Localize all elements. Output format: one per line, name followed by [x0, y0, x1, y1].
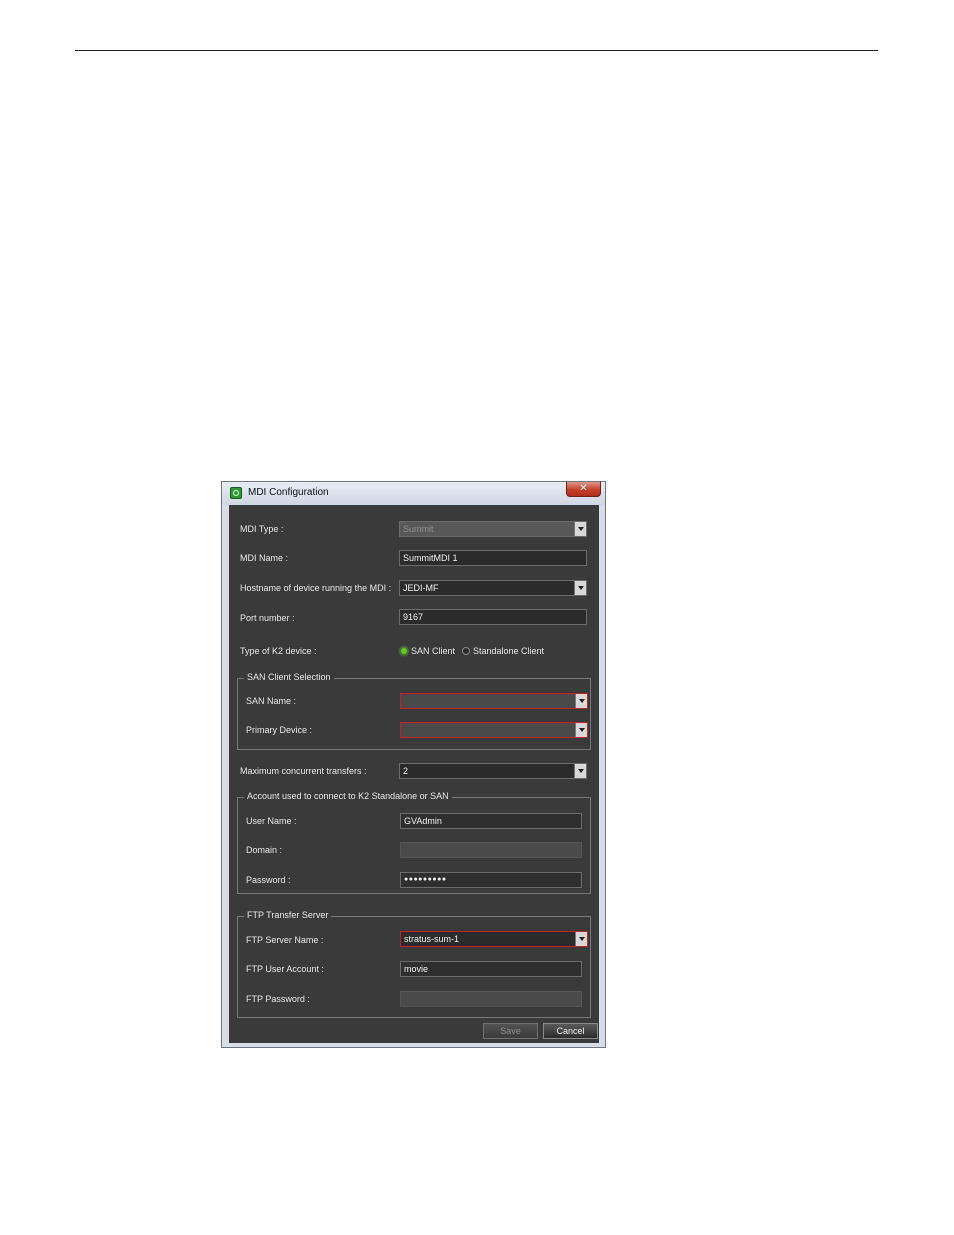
mdi-name-label: MDI Name :: [240, 553, 289, 563]
ftp-password-input[interactable]: [400, 991, 582, 1007]
ftp-user-account-label: FTP User Account :: [246, 964, 324, 974]
chevron-down-icon[interactable]: [575, 932, 587, 946]
chevron-down-icon[interactable]: [574, 581, 586, 595]
chevron-down-icon[interactable]: [574, 522, 586, 536]
app-icon: [230, 487, 242, 499]
mdi-type-value: Summit: [403, 524, 434, 534]
ftp-password-label: FTP Password :: [246, 994, 310, 1004]
port-number-input[interactable]: 9167: [399, 609, 587, 625]
mdi-type-combo[interactable]: Summit: [399, 521, 587, 537]
ftp-server-name-combo[interactable]: stratus-sum-1: [400, 931, 588, 947]
mdi-type-label: MDI Type :: [240, 524, 284, 534]
mdi-name-input[interactable]: SummitMDI 1: [399, 550, 587, 566]
max-transfers-label: Maximum concurrent transfers :: [240, 766, 367, 776]
title-bar[interactable]: MDI Configuration ✕: [222, 482, 605, 505]
page-header-rule: [75, 50, 878, 51]
ftp-server-name-label: FTP Server Name :: [246, 935, 324, 945]
san-client-radio[interactable]: [400, 647, 408, 655]
max-transfers-combo[interactable]: 2: [399, 763, 587, 779]
chevron-down-icon[interactable]: [575, 723, 587, 737]
password-input[interactable]: ●●●●●●●●●: [400, 872, 582, 888]
user-name-label: User Name :: [246, 816, 297, 826]
hostname-label: Hostname of device running the MDI :: [240, 583, 392, 593]
san-client-selection-group: SAN Client Selection SAN Name : Primary …: [237, 672, 591, 750]
primary-device-label: Primary Device :: [246, 725, 313, 735]
password-label: Password :: [246, 875, 291, 885]
chevron-down-icon[interactable]: [575, 694, 587, 708]
cancel-button[interactable]: Cancel: [543, 1023, 598, 1039]
window-title: MDI Configuration: [248, 487, 329, 498]
san-name-label: SAN Name :: [246, 696, 297, 706]
ftp-transfer-server-group: FTP Transfer Server FTP Server Name : st…: [237, 910, 591, 1018]
primary-device-combo[interactable]: [400, 722, 588, 738]
group-title: SAN Client Selection: [244, 672, 334, 682]
san-client-option[interactable]: SAN Client: [411, 646, 455, 656]
hostname-value: JEDI-MF: [403, 583, 439, 593]
group-title: Account used to connect to K2 Standalone…: [244, 791, 452, 801]
mdi-configuration-dialog: MDI Configuration ✕ MDI Type : Summit MD…: [221, 481, 606, 1048]
ftp-user-account-input[interactable]: movie: [400, 961, 582, 977]
standalone-client-option[interactable]: Standalone Client: [473, 646, 544, 656]
account-group: Account used to connect to K2 Standalone…: [237, 791, 591, 894]
dialog-body: MDI Type : Summit MDI Name : SummitMDI 1…: [229, 505, 599, 1043]
ftp-server-name-value: stratus-sum-1: [404, 934, 460, 944]
close-button[interactable]: ✕: [566, 482, 601, 497]
san-name-combo[interactable]: [400, 693, 588, 709]
group-title: FTP Transfer Server: [244, 910, 332, 920]
hostname-combo[interactable]: JEDI-MF: [399, 580, 587, 596]
standalone-client-radio[interactable]: [462, 647, 470, 655]
save-button[interactable]: Save: [483, 1023, 538, 1039]
max-transfers-value: 2: [403, 766, 409, 776]
domain-input[interactable]: [400, 842, 582, 858]
user-name-input[interactable]: GVAdmin: [400, 813, 582, 829]
chevron-down-icon[interactable]: [574, 764, 586, 778]
domain-label: Domain :: [246, 845, 283, 855]
k2-device-type-label: Type of K2 device :: [240, 646, 317, 656]
port-number-label: Port number :: [240, 613, 295, 623]
